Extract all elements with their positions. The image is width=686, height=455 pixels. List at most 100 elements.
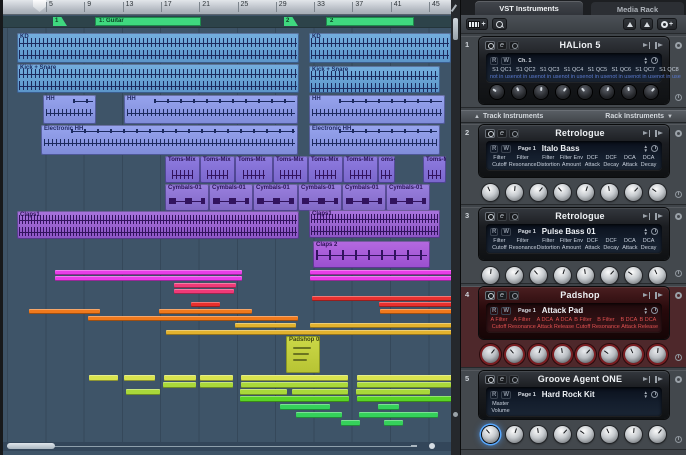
midi-part-mid-green[interactable] <box>126 389 160 395</box>
audio-event[interactable]: Kick + Snare <box>17 64 299 93</box>
instrument-title[interactable]: Retrologue <box>521 128 639 138</box>
midi-part-orange[interactable] <box>88 316 298 321</box>
timeline-ruler[interactable]: 59131721252933374145 <box>3 0 451 15</box>
item-output-icon[interactable] <box>675 376 682 383</box>
midi-part-mid-green[interactable] <box>240 389 287 395</box>
find-instrument-button[interactable] <box>492 18 507 30</box>
vertical-zoom-handle[interactable] <box>453 412 458 417</box>
power-icon[interactable] <box>485 41 495 50</box>
quick-control-knob[interactable] <box>506 346 523 363</box>
quick-control-knob[interactable] <box>554 346 571 363</box>
midi-part-mid-green[interactable] <box>200 382 233 388</box>
previous-button[interactable] <box>623 18 636 30</box>
midi-part-padshop[interactable]: Padshop 03 <box>286 336 320 373</box>
tab-vst-instruments[interactable]: VST Instruments <box>475 1 583 16</box>
rack-item[interactable]: 5 e Groove Agent ONE R W Page 1 Hard Roc… <box>461 370 686 450</box>
audio-event[interactable]: Claps1 <box>17 211 299 239</box>
quick-control-knob[interactable] <box>649 267 666 284</box>
quick-control-knob[interactable] <box>601 267 618 284</box>
freeze-icon[interactable] <box>509 212 519 221</box>
power-icon[interactable] <box>485 129 495 138</box>
mini-knob-icon[interactable] <box>651 228 658 235</box>
input-routing-icon[interactable] <box>642 292 651 299</box>
audio-event[interactable]: HH <box>309 95 445 124</box>
midi-part-green[interactable] <box>384 420 403 426</box>
arranger-marker[interactable]: 1 <box>53 17 67 26</box>
midi-part-orange[interactable] <box>29 309 100 314</box>
preset-name[interactable]: Italo Bass <box>542 144 644 153</box>
automation-read-button[interactable]: R <box>490 228 498 236</box>
midi-part-red[interactable] <box>379 302 452 307</box>
quick-control-knob[interactable] <box>577 267 594 284</box>
instrument-title[interactable]: Padshop <box>521 290 639 300</box>
midi-part-red[interactable] <box>191 302 220 307</box>
quick-control-knob[interactable] <box>622 85 636 99</box>
quick-control-knob[interactable] <box>625 267 642 284</box>
audio-event[interactable]: Cymbals-01 <box>298 184 342 211</box>
automation-read-button[interactable]: R <box>490 145 498 153</box>
quick-control-knob[interactable] <box>482 426 499 443</box>
edit-instrument-icon[interactable]: e <box>497 212 507 221</box>
midi-part-red[interactable] <box>312 296 453 301</box>
settings-button[interactable]: + <box>657 18 677 30</box>
audio-event[interactable]: Toms-Mix <box>235 156 273 183</box>
arranger-marker[interactable]: 2 <box>284 17 298 26</box>
next-button[interactable] <box>640 18 653 30</box>
midi-part-pink[interactable] <box>174 283 236 288</box>
item-clock-icon[interactable] <box>675 94 682 101</box>
item-clock-icon[interactable] <box>675 436 682 443</box>
input-routing-icon[interactable] <box>642 376 651 383</box>
midi-part-gold[interactable] <box>310 323 454 328</box>
quick-control-knob[interactable] <box>600 85 614 99</box>
preset-name[interactable]: Attack Pad <box>542 306 644 315</box>
quick-control-knob[interactable] <box>530 184 547 201</box>
audio-event[interactable]: Cymbals-01 <box>386 184 430 211</box>
output-routing-icon[interactable] <box>654 213 663 220</box>
rack-item[interactable]: 3 e Retrologue R W Page 1 Pulse Bass 01 … <box>461 207 686 284</box>
page-label[interactable]: Page 1 <box>518 146 536 152</box>
midi-part-bright-green[interactable] <box>357 396 454 402</box>
quick-control-knob[interactable] <box>482 267 499 284</box>
midi-part-bright-green[interactable] <box>240 396 349 402</box>
quick-control-knob[interactable] <box>577 184 594 201</box>
edit-instrument-icon[interactable]: e <box>497 129 507 138</box>
audio-event[interactable]: Cymbals-01 <box>342 184 386 211</box>
quick-control-knob[interactable] <box>601 184 618 201</box>
quick-control-knob[interactable] <box>554 426 571 443</box>
add-track-instrument-button[interactable]: + <box>466 18 488 30</box>
midi-part-mid-green[interactable] <box>356 389 430 395</box>
audio-event[interactable]: Toms-Mix <box>308 156 343 183</box>
output-routing-icon[interactable] <box>654 130 663 137</box>
quick-control-knob[interactable] <box>625 426 642 443</box>
audio-event[interactable]: HH <box>124 95 298 124</box>
input-routing-icon[interactable] <box>642 42 651 49</box>
midi-part-magenta[interactable] <box>310 270 453 275</box>
audio-event[interactable]: Cymbals-01 <box>253 184 298 211</box>
audio-event[interactable]: Toms-Mix <box>273 156 308 183</box>
audio-event[interactable]: Toms-M <box>423 156 446 183</box>
quick-control-knob[interactable] <box>601 346 618 363</box>
edit-instrument-icon[interactable]: e <box>497 375 507 384</box>
scrollbar-track[interactable] <box>7 446 411 447</box>
quick-control-knob[interactable] <box>649 426 666 443</box>
rack-item[interactable]: 4 e Padshop R W Page 1 Attack Pad ▲▼ <box>461 286 686 368</box>
mini-knob-icon[interactable] <box>651 391 658 398</box>
item-output-icon[interactable] <box>675 42 682 49</box>
audio-event[interactable]: Cymbals-01 <box>165 184 209 211</box>
audio-event[interactable]: Toms-Mix <box>343 156 378 183</box>
midi-part-yellow-green[interactable] <box>241 375 348 381</box>
automation-write-button[interactable]: W <box>501 307 511 315</box>
midi-part-green[interactable] <box>280 404 330 410</box>
power-icon[interactable] <box>485 291 495 300</box>
quick-control-knob[interactable] <box>644 85 658 99</box>
quick-control-knob[interactable] <box>530 426 547 443</box>
output-routing-icon[interactable] <box>654 376 663 383</box>
midi-part-yellow-green[interactable] <box>200 375 233 381</box>
midi-part-orange[interactable] <box>380 309 453 314</box>
rack-item[interactable]: 1 e HALion 5 R W Ch. 1 ▲▼ S1 QC1no <box>461 36 686 108</box>
audio-event[interactable]: Cymbals-01 <box>209 184 253 211</box>
preset-spinner-icon[interactable]: ▲▼ <box>644 307 648 314</box>
freeze-icon[interactable] <box>509 375 519 384</box>
freeze-icon[interactable] <box>509 291 519 300</box>
item-output-icon[interactable] <box>675 213 682 220</box>
